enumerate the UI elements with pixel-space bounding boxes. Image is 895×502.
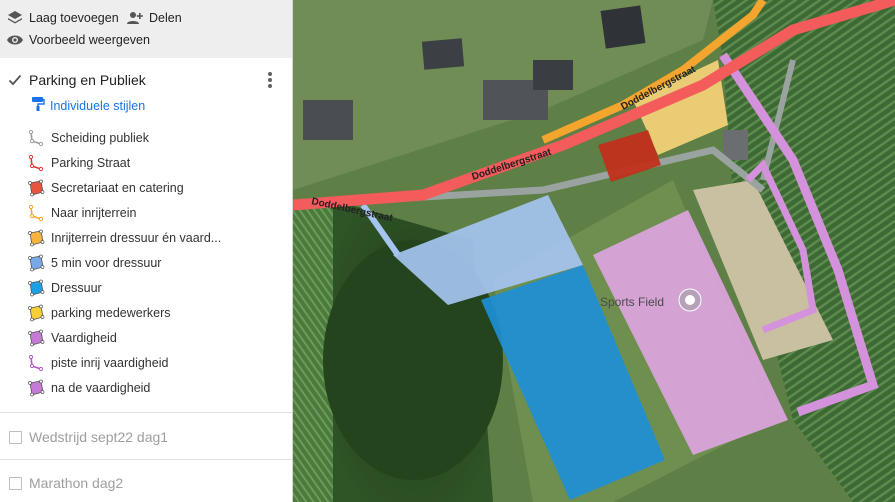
polygon-style-icon[interactable] — [27, 379, 45, 397]
add-person-icon — [126, 9, 144, 27]
feature-item[interactable]: na de vaardigheid — [27, 378, 150, 398]
individual-styles-link[interactable]: Individuele stijlen — [31, 96, 145, 115]
paint-roller-icon — [31, 96, 45, 115]
share-button[interactable]: Delen — [126, 8, 182, 28]
feature-item[interactable]: Dressuur — [27, 278, 102, 298]
divider — [0, 412, 292, 413]
polygon-style-icon[interactable] — [27, 254, 45, 272]
layer-title: Wedstrijd sept22 dag1 — [29, 429, 169, 445]
feature-label: Inrijterrein dressuur én vaard... — [51, 231, 222, 245]
feature-item[interactable]: Parking Straat — [27, 153, 130, 173]
feature-label: Dressuur — [51, 281, 102, 295]
feature-label: Naar inrijterrein — [51, 206, 137, 220]
feature-label: Secretariaat en catering — [51, 181, 184, 195]
preview-button[interactable]: Voorbeeld weergeven — [6, 30, 150, 50]
eye-icon — [6, 31, 24, 49]
share-label: Delen — [149, 11, 182, 25]
feature-item[interactable]: parking medewerkers — [27, 303, 171, 323]
layer-options-icon[interactable] — [267, 71, 273, 89]
poi-pin-icon[interactable] — [678, 288, 702, 312]
divider — [0, 459, 292, 460]
add-layer-label: Laag toevoegen — [29, 11, 119, 25]
individual-styles-label: Individuele stijlen — [50, 98, 146, 113]
feature-label: Parking Straat — [51, 156, 131, 170]
layer-title[interactable]: Parking en Publiek — [29, 72, 146, 88]
layer-marathon[interactable]: Marathon dag2 — [0, 472, 292, 496]
layer-visible-checkbox[interactable] — [8, 73, 22, 87]
feature-label: Scheiding publiek — [51, 131, 149, 145]
feature-item[interactable]: piste inrij vaardigheid — [27, 353, 168, 373]
line-style-icon[interactable] — [27, 129, 45, 147]
feature-item[interactable]: Scheiding publiek — [27, 128, 149, 148]
poi-label: Sports Field — [600, 295, 664, 309]
feature-label: 5 min voor dressuur — [51, 256, 162, 270]
polygon-style-icon[interactable] — [27, 229, 45, 247]
polygon-style-icon[interactable] — [27, 179, 45, 197]
feature-item[interactable]: Vaardigheid — [27, 328, 117, 348]
layer-toolbar: Laag toevoegen Delen Voorbeeld weergeven — [0, 0, 292, 58]
feature-item[interactable]: Secretariaat en catering — [27, 178, 184, 198]
line-style-icon[interactable] — [27, 354, 45, 372]
feature-item[interactable]: 5 min voor dressuur — [27, 253, 161, 273]
feature-item[interactable]: Naar inrijterrein — [27, 203, 136, 223]
layer-checkbox[interactable] — [9, 477, 22, 490]
layer-wedstrijd[interactable]: Wedstrijd sept22 dag1 — [0, 426, 292, 450]
polygon-style-icon[interactable] — [27, 329, 45, 347]
line-style-icon[interactable] — [27, 204, 45, 222]
add-layer-button[interactable]: Laag toevoegen — [6, 8, 119, 28]
layers-icon — [6, 9, 24, 27]
feature-label: na de vaardigheid — [51, 381, 151, 395]
layer-checkbox[interactable] — [9, 431, 22, 444]
layers-panel: Laag toevoegen Delen Voorbeeld weergeven… — [0, 0, 293, 502]
line-style-icon[interactable] — [27, 154, 45, 172]
preview-label: Voorbeeld weergeven — [29, 33, 150, 47]
layer-header: Parking en Publiek — [0, 68, 292, 92]
polygon-style-icon[interactable] — [27, 304, 45, 322]
layer-title: Marathon dag2 — [29, 475, 124, 491]
feature-label: piste inrij vaardigheid — [51, 356, 169, 370]
polygon-style-icon[interactable] — [27, 279, 45, 297]
feature-label: Vaardigheid — [51, 331, 117, 345]
feature-label: parking medewerkers — [51, 306, 171, 320]
feature-item[interactable]: Inrijterrein dressuur én vaard... — [27, 228, 221, 248]
satellite-map[interactable]: Doddelbergstraat Doddelbergstraat Doddel… — [293, 0, 895, 502]
